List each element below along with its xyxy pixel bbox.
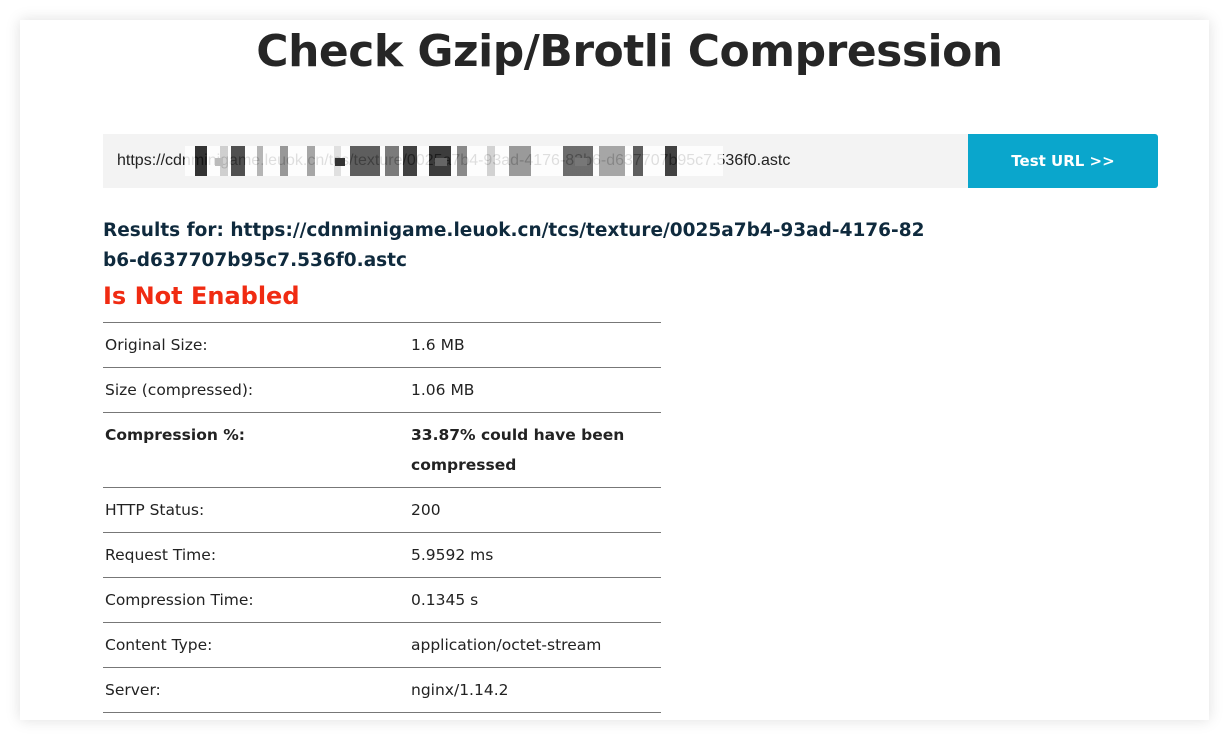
table-row: HTTP Status: 200 — [103, 487, 661, 533]
row-label: Compression Time: — [103, 577, 405, 623]
row-value: 0.1345 s — [405, 577, 661, 623]
test-url-button[interactable]: Test URL >> — [968, 134, 1158, 188]
url-form: Test URL >> — [103, 134, 1158, 188]
table-row: Content Type: application/octet-stream — [103, 622, 661, 668]
row-label: Size (compressed): — [103, 367, 405, 413]
row-value: 1.6 MB — [405, 322, 661, 368]
row-label: HTTP Status: — [103, 487, 405, 533]
url-input[interactable] — [103, 134, 968, 188]
row-value: 1.06 MB — [405, 367, 661, 413]
row-label: Compression %: — [103, 412, 405, 488]
table-row: Request Time: 5.9592 ms — [103, 532, 661, 578]
compression-status: Is Not Enabled — [103, 282, 300, 310]
row-label: Content Type: — [103, 622, 405, 668]
results-heading: Results for: https://cdnminigame.leuok.c… — [103, 220, 925, 271]
results-table: Original Size: 1.6 MB Size (compressed):… — [103, 322, 661, 713]
content-card: Check Gzip/Brotli Compression Test URL >… — [20, 20, 1209, 720]
row-value: application/octet-stream — [405, 622, 661, 668]
row-label: Original Size: — [103, 322, 405, 368]
row-label: Server: — [103, 667, 405, 713]
table-row: Original Size: 1.6 MB — [103, 322, 661, 368]
table-row: Size (compressed): 1.06 MB — [103, 367, 661, 413]
table-row: Compression %: 33.87% could have been co… — [103, 412, 661, 488]
page-title: Check Gzip/Brotli Compression — [256, 26, 1003, 77]
row-label: Request Time: — [103, 532, 405, 578]
row-value: 33.87% could have been compressed — [405, 412, 661, 488]
row-value: 200 — [405, 487, 661, 533]
row-value: 5.9592 ms — [405, 532, 661, 578]
table-row: Compression Time: 0.1345 s — [103, 577, 661, 623]
table-row: Server: nginx/1.14.2 — [103, 667, 661, 713]
row-value: nginx/1.14.2 — [405, 667, 661, 713]
